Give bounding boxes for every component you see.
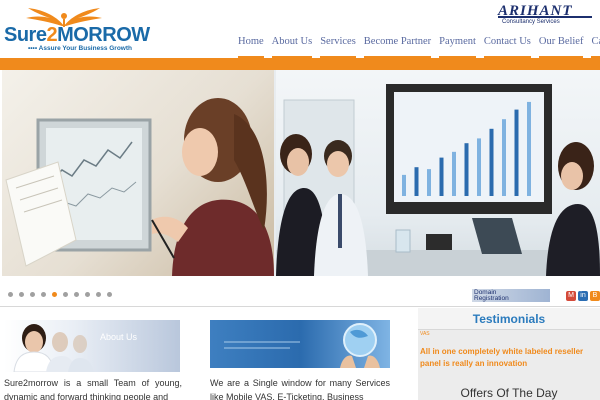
screen-bar bbox=[514, 109, 519, 196]
domain-registration-banner[interactable]: Domain Registration bbox=[472, 289, 550, 302]
screen-bar bbox=[439, 157, 444, 196]
screen-bar bbox=[452, 151, 456, 196]
site-header: Sure2MORROW •••• Assure Your Business Gr… bbox=[0, 0, 600, 58]
partner-underline bbox=[498, 16, 592, 18]
nav-our-belief[interactable]: Our Belief bbox=[538, 36, 583, 58]
slider-dot[interactable] bbox=[52, 292, 57, 297]
screen-bar bbox=[402, 174, 406, 196]
team-photo-icon bbox=[13, 324, 94, 373]
nav-home[interactable]: Home bbox=[238, 36, 264, 58]
slider-dot[interactable] bbox=[85, 292, 90, 297]
site-logo[interactable]: Sure2MORROW •••• Assure Your Business Gr… bbox=[4, 2, 150, 52]
slider-dot[interactable] bbox=[63, 292, 68, 297]
logo-wordmark: Sure2MORROW bbox=[4, 24, 150, 46]
nav-payment[interactable]: Payment bbox=[439, 36, 476, 58]
testimonials-header: Testimonials bbox=[418, 308, 600, 330]
screen-bar bbox=[477, 138, 481, 196]
slider-dot[interactable] bbox=[96, 292, 101, 297]
about-us-text: Sure2morrow is a small Team of young, dy… bbox=[4, 378, 182, 400]
testimonials-title: Testimonials bbox=[472, 312, 546, 326]
slider-dot[interactable] bbox=[74, 292, 79, 297]
nav-contact-us[interactable]: Contact Us bbox=[483, 36, 531, 58]
about-us-title: About Us bbox=[100, 332, 138, 342]
screen-bar bbox=[427, 169, 431, 196]
screen-bar bbox=[489, 128, 494, 196]
testimonial-quote: All in one completely white labeled rese… bbox=[420, 347, 584, 368]
nav-become-partner[interactable]: Become Partner bbox=[363, 36, 432, 58]
slider-dot[interactable] bbox=[19, 292, 24, 297]
slide-photo-business-meeting bbox=[276, 70, 600, 276]
gmail-icon[interactable]: M bbox=[566, 291, 576, 301]
partner-logo[interactable]: ARIHANT Consultancy Services bbox=[498, 3, 592, 29]
business-meeting-illustration bbox=[276, 84, 600, 276]
screen-bar bbox=[527, 101, 531, 196]
screen-bar bbox=[464, 143, 469, 196]
services-banner[interactable] bbox=[210, 320, 390, 368]
hero-slider[interactable] bbox=[2, 70, 600, 276]
nav-about-us[interactable]: About Us bbox=[271, 36, 312, 58]
slider-dot[interactable] bbox=[107, 292, 112, 297]
slider-dot[interactable] bbox=[30, 292, 35, 297]
testimonials-label: VAS bbox=[420, 331, 430, 337]
nav-careers[interactable]: Careers bbox=[591, 36, 600, 58]
slider-dot[interactable] bbox=[8, 292, 13, 297]
about-us-banner[interactable]: About Us bbox=[4, 320, 180, 373]
globe-hands-icon bbox=[224, 323, 380, 368]
main-nav: Home About Us Services Become Partner Pa… bbox=[238, 36, 600, 58]
screen-bar bbox=[502, 119, 506, 196]
blogger-icon[interactable]: B bbox=[590, 291, 600, 301]
linkedin-icon[interactable]: in bbox=[578, 291, 588, 301]
screen-bar bbox=[414, 167, 419, 196]
offers-of-the-day-title: Offers Of The Day bbox=[460, 386, 558, 400]
services-intro-text: We are a Single window for many Services… bbox=[210, 378, 390, 400]
domain-reg-line2: Registration bbox=[474, 295, 509, 302]
slide-photo-woman-at-monitor bbox=[2, 70, 274, 276]
woman-at-computer-illustration bbox=[5, 98, 274, 276]
nav-services[interactable]: Services bbox=[320, 36, 356, 58]
header-accent-bar bbox=[0, 58, 600, 70]
logo-tagline: •••• Assure Your Business Growth bbox=[28, 45, 132, 52]
section-divider bbox=[0, 306, 600, 307]
slider-pagination bbox=[8, 292, 112, 297]
partner-subtitle: Consultancy Services bbox=[502, 19, 560, 25]
slider-dot[interactable] bbox=[41, 292, 46, 297]
